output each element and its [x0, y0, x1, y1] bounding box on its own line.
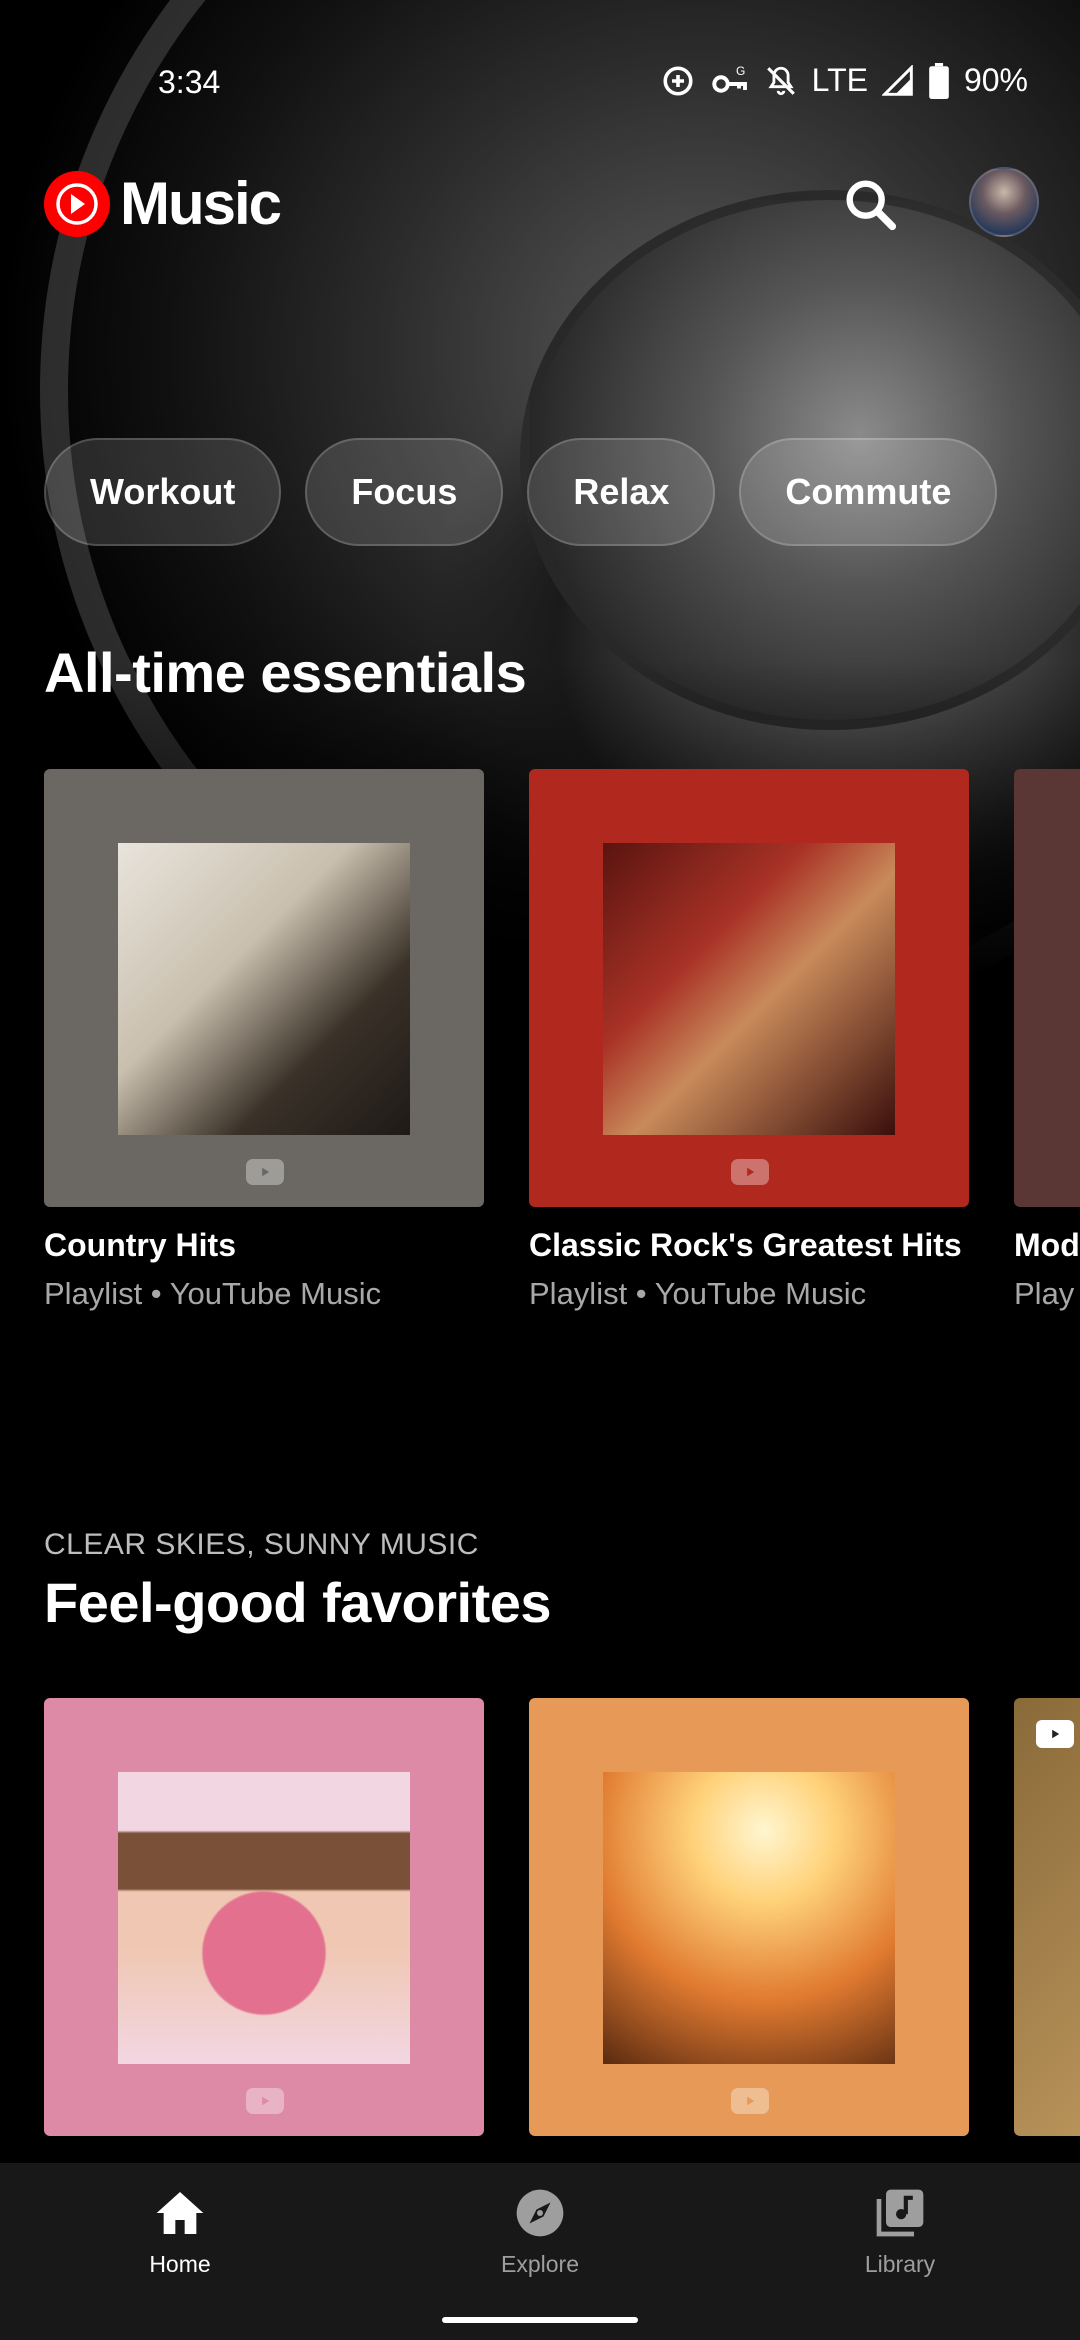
chip-workout[interactable]: Workout — [44, 438, 282, 546]
youtube-music-logo-icon — [44, 170, 110, 237]
section-kicker: CLEAR SKIES, SUNNY MUSIC — [44, 1528, 479, 1561]
playlist-artwork — [44, 1698, 484, 2136]
section-title-feel-good-favorites: Feel-good favorites — [44, 1571, 552, 1634]
network-type: LTE — [811, 62, 868, 98]
youtube-icon — [1036, 1720, 1074, 1748]
battery-icon — [928, 62, 950, 99]
chip-focus[interactable]: Focus — [305, 438, 504, 546]
chip-commute[interactable]: Commute — [739, 438, 998, 546]
app-logo[interactable]: Music — [44, 169, 282, 238]
playlist-artwork — [1014, 1698, 1080, 2136]
explore-icon — [516, 2189, 564, 2237]
playlist-artwork — [529, 769, 969, 1207]
data-saver-icon — [660, 63, 696, 99]
playlist-subtitle: Playlist • YouTube Music — [44, 1276, 382, 1311]
notifications-off-icon — [764, 63, 798, 99]
nav-library-label: Library — [864, 2251, 936, 2277]
playlist-artwork — [44, 769, 484, 1207]
playlist-artwork — [529, 1698, 969, 2136]
gesture-home-indicator[interactable] — [442, 2317, 638, 2323]
account-avatar[interactable] — [969, 167, 1039, 237]
shelf-feel-good-favorites[interactable] — [44, 1698, 1080, 2163]
svg-text:G: G — [736, 64, 745, 78]
playlist-artwork — [1014, 769, 1080, 1207]
playlist-card[interactable]: Country Hits Playlist • YouTube Music — [44, 769, 484, 1312]
nav-explore[interactable]: Explore — [440, 2185, 640, 2278]
section-title-all-time-essentials: All-time essentials — [44, 641, 527, 704]
playlist-card[interactable] — [44, 1698, 484, 2136]
playlist-subtitle: Play — [1014, 1276, 1075, 1311]
shelf-all-time-essentials[interactable]: Country Hits Playlist • YouTube Music Cl… — [44, 769, 1080, 1329]
playlist-title: Mod — [1014, 1227, 1080, 1263]
battery-level: 90% — [963, 62, 1028, 98]
status-time: 3:34 — [158, 64, 221, 100]
library-icon — [876, 2189, 924, 2237]
nav-home[interactable]: Home — [80, 2185, 280, 2278]
top-app-bar: Music — [44, 165, 1044, 245]
playlist-card[interactable] — [1014, 1698, 1080, 2136]
youtube-icon — [731, 2088, 769, 2114]
youtube-icon — [246, 1159, 284, 1185]
youtube-icon — [246, 2088, 284, 2114]
nav-home-label: Home — [149, 2251, 211, 2277]
search-icon — [846, 180, 897, 231]
chip-relax[interactable]: Relax — [527, 438, 716, 546]
playlist-subtitle: Playlist • YouTube Music — [529, 1276, 867, 1311]
status-bar: 3:34 G LTE 90% — [0, 58, 1080, 108]
youtube-icon — [731, 1159, 769, 1185]
search-button[interactable] — [839, 173, 903, 237]
home-icon — [156, 2192, 204, 2234]
app-name: Music — [120, 170, 282, 237]
playlist-card[interactable]: Classic Rock's Greatest Hits Playlist • … — [529, 769, 969, 1312]
nav-explore-label: Explore — [501, 2251, 579, 2277]
mood-chips: Workout Focus Relax Commute — [44, 438, 998, 546]
playlist-card[interactable]: Mod Play — [1014, 769, 1080, 1312]
playlist-title: Classic Rock's Greatest Hits — [529, 1227, 962, 1263]
vpn-key-icon: G — [710, 63, 750, 99]
playlist-card[interactable] — [529, 1698, 969, 2136]
playlist-title: Country Hits — [44, 1227, 236, 1263]
bottom-navigation: Home Explore Library — [0, 2163, 1080, 2340]
signal-icon — [881, 64, 914, 97]
nav-library[interactable]: Library — [800, 2185, 1000, 2278]
